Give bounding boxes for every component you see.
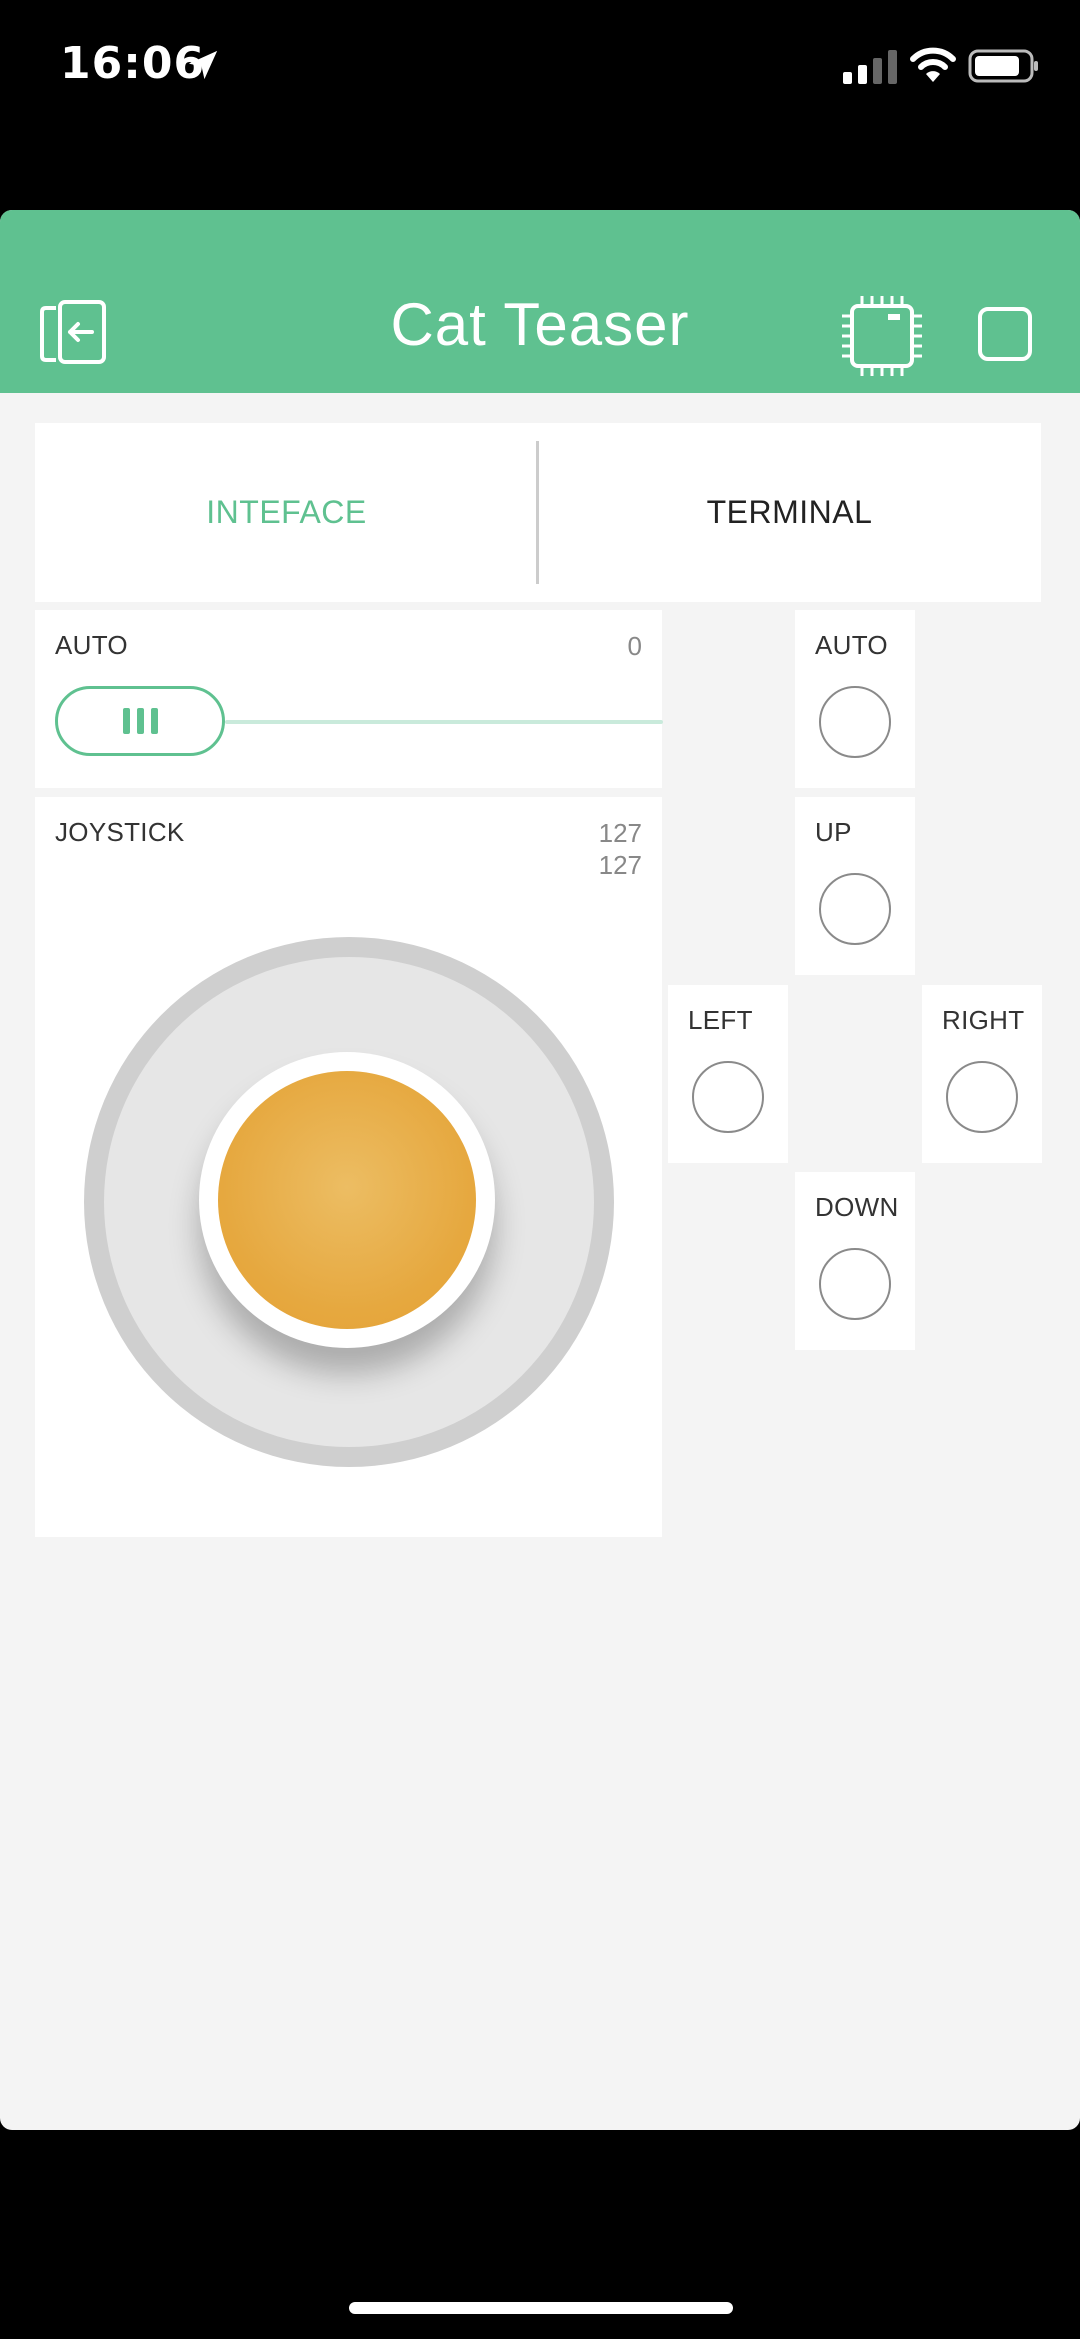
auto-button[interactable] xyxy=(819,686,891,758)
joystick-label: JOYSTICK xyxy=(55,817,185,847)
auto-button-label: AUTO xyxy=(815,630,888,660)
joystick-knob[interactable] xyxy=(199,1052,495,1348)
left-button-widget: LEFT xyxy=(668,985,788,1163)
up-button[interactable] xyxy=(819,873,891,945)
grip-icon xyxy=(136,708,144,734)
slider-track[interactable] xyxy=(225,720,663,724)
status-bar: 16:06 xyxy=(0,0,1080,140)
up-button-widget: UP xyxy=(795,797,915,975)
right-button-widget: RIGHT xyxy=(922,985,1042,1163)
slider-value: 0 xyxy=(627,631,642,661)
left-button[interactable] xyxy=(692,1061,764,1133)
tab-terminal[interactable]: TERMINAL xyxy=(538,423,1041,602)
phone-screen: 16:06 Cat Teaser INTEFACE TERMINAL AUTO … xyxy=(0,0,1080,2339)
joystick-values: 127 127 xyxy=(599,817,642,881)
joystick-knob-fill xyxy=(218,1071,476,1329)
down-button-label: DOWN xyxy=(815,1192,899,1222)
down-button-widget: DOWN xyxy=(795,1172,915,1350)
joystick-pad[interactable] xyxy=(84,937,614,1467)
tab-bar: INTEFACE TERMINAL xyxy=(35,423,1041,602)
slider-handle[interactable] xyxy=(55,686,225,756)
left-button-label: LEFT xyxy=(688,1005,753,1035)
auto-slider-widget: AUTO 0 xyxy=(35,610,663,788)
app-window: Cat Teaser INTEFACE TERMINAL AUTO 0 JOYS… xyxy=(0,210,1080,2130)
stop-square-icon[interactable] xyxy=(977,306,1033,362)
device-chip-icon[interactable] xyxy=(840,294,924,378)
right-button[interactable] xyxy=(946,1061,1018,1133)
status-time: 16:06 xyxy=(60,38,206,89)
joystick-widget: JOYSTICK 127 127 xyxy=(35,797,662,1537)
grip-icon xyxy=(150,708,158,734)
home-indicator[interactable] xyxy=(349,2302,733,2314)
right-button-label: RIGHT xyxy=(942,1005,1025,1035)
auto-button-widget: AUTO xyxy=(795,610,915,788)
wifi-icon xyxy=(910,47,956,82)
down-button[interactable] xyxy=(819,1248,891,1320)
battery-icon xyxy=(968,49,1038,83)
cellular-signal-icon xyxy=(843,50,897,84)
up-button-label: UP xyxy=(815,817,852,847)
location-arrow-icon xyxy=(188,50,218,80)
joystick-y-value: 127 xyxy=(598,850,642,880)
tab-interface[interactable]: INTEFACE xyxy=(35,423,538,602)
slider-label: AUTO xyxy=(55,630,128,660)
app-header: Cat Teaser xyxy=(0,210,1080,393)
grip-icon xyxy=(122,708,130,734)
joystick-x-value: 127 xyxy=(598,818,642,848)
